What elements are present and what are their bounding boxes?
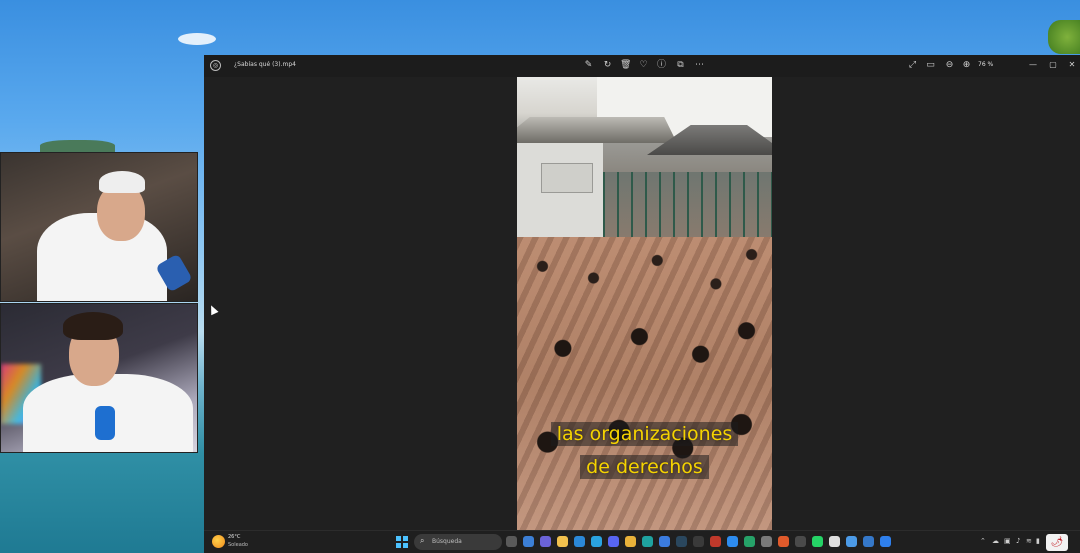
capcut-icon[interactable] xyxy=(829,536,840,547)
caption-text: las organizaciones xyxy=(550,422,739,446)
weather-description[interactable]: Soleado xyxy=(228,542,248,548)
zoom-out-icon[interactable]: ⊖ xyxy=(944,60,955,71)
zoom-in-icon[interactable]: ⊕ xyxy=(961,60,972,71)
battery-icon[interactable]: ▮ xyxy=(1036,537,1040,545)
share-icon[interactable]: ⧉ xyxy=(675,60,686,71)
taskbar: 26°C Soleado ⌕ Búsqueda ⌃ ☁ ▣ ♪ ≋ ▮ 🌶 xyxy=(204,530,1080,553)
mail-icon[interactable] xyxy=(574,536,585,547)
discord-icon[interactable] xyxy=(608,536,619,547)
file-explorer-icon[interactable] xyxy=(557,536,568,547)
person-hair xyxy=(63,312,123,340)
vscode-icon[interactable] xyxy=(880,536,891,547)
volume-icon[interactable]: ♪ xyxy=(1016,537,1020,545)
network-icon[interactable]: ▣ xyxy=(1004,537,1011,545)
cloud-icon[interactable]: ☁ xyxy=(992,537,999,545)
chili-pepper-icon[interactable]: 🌶 xyxy=(1046,534,1068,551)
close-button[interactable]: ✕ xyxy=(1065,58,1079,72)
photo-signboard xyxy=(541,163,593,193)
obs-icon[interactable] xyxy=(693,536,704,547)
minimize-button[interactable]: — xyxy=(1026,58,1040,72)
edit-icon[interactable]: ✎ xyxy=(583,60,594,71)
delete-icon[interactable]: 🗑 xyxy=(620,60,631,71)
photos-app-icon: ◎ xyxy=(210,60,221,71)
file-title: ¿Sabías qué (3).mp4 xyxy=(234,61,296,68)
fullscreen-icon[interactable]: ⤢ xyxy=(907,60,918,71)
terminal-icon[interactable] xyxy=(795,536,806,547)
photos-app-window: ◎ ¿Sabías qué (3).mp4 ✎ ↻ 🗑 ♡ ⓘ ⧉ ⋯ ⤢ ▭ … xyxy=(204,55,1080,530)
webcam-overlay-bottom xyxy=(0,303,198,453)
paint-icon[interactable] xyxy=(846,536,857,547)
whatsapp-icon[interactable] xyxy=(812,536,823,547)
wifi-icon[interactable]: ≋ xyxy=(1026,537,1032,545)
store-icon[interactable] xyxy=(659,536,670,547)
photo-roof xyxy=(517,117,677,143)
video-frame[interactable]: las organizaciones de derechos xyxy=(517,77,772,530)
davinci-icon[interactable] xyxy=(710,536,721,547)
webcam-overlay-top xyxy=(0,152,198,302)
chevron-up-icon[interactable]: ⌃ xyxy=(980,537,986,545)
caption-line-2: de derechos xyxy=(517,455,772,479)
more-icon[interactable]: ⋯ xyxy=(694,60,705,71)
task-view-icon[interactable] xyxy=(506,536,517,547)
media-player-icon[interactable] xyxy=(778,536,789,547)
game-icon[interactable] xyxy=(744,536,755,547)
widgets-icon[interactable] xyxy=(523,536,534,547)
weather-sun-icon[interactable] xyxy=(212,535,225,548)
settings-icon[interactable] xyxy=(761,536,772,547)
rotate-icon[interactable]: ↻ xyxy=(602,60,613,71)
start-button[interactable] xyxy=(396,536,408,548)
search-box[interactable]: ⌕ Búsqueda xyxy=(414,534,502,550)
edge-icon[interactable] xyxy=(642,536,653,547)
zoom-level[interactable]: 76 % xyxy=(978,61,993,68)
photos-icon[interactable] xyxy=(727,536,738,547)
search-placeholder: Búsqueda xyxy=(432,538,462,545)
person-cap xyxy=(99,171,145,193)
photo-fence xyxy=(603,172,772,242)
slideshow-icon[interactable]: ▭ xyxy=(925,60,936,71)
chrome-icon[interactable] xyxy=(625,536,636,547)
steam-icon[interactable] xyxy=(676,536,687,547)
wallpaper-palm xyxy=(1048,20,1080,54)
chat-icon[interactable] xyxy=(540,536,551,547)
weather-temperature[interactable]: 26°C xyxy=(228,534,240,540)
info-icon[interactable]: ⓘ xyxy=(656,60,667,71)
caption-line-1: las organizaciones xyxy=(517,422,772,446)
caption-text: de derechos xyxy=(580,455,709,479)
title-bar: ◎ ¿Sabías qué (3).mp4 ✎ ↻ 🗑 ♡ ⓘ ⧉ ⋯ ⤢ ▭ … xyxy=(204,55,1080,77)
favorite-icon[interactable]: ♡ xyxy=(638,60,649,71)
photo-crowd xyxy=(517,237,772,530)
wallpaper-cloud xyxy=(178,33,216,45)
maximize-button[interactable]: ▢ xyxy=(1046,58,1060,72)
telegram-icon[interactable] xyxy=(591,536,602,547)
search-icon: ⌕ xyxy=(420,536,425,545)
microphone xyxy=(95,406,115,440)
snipping-icon[interactable] xyxy=(863,536,874,547)
